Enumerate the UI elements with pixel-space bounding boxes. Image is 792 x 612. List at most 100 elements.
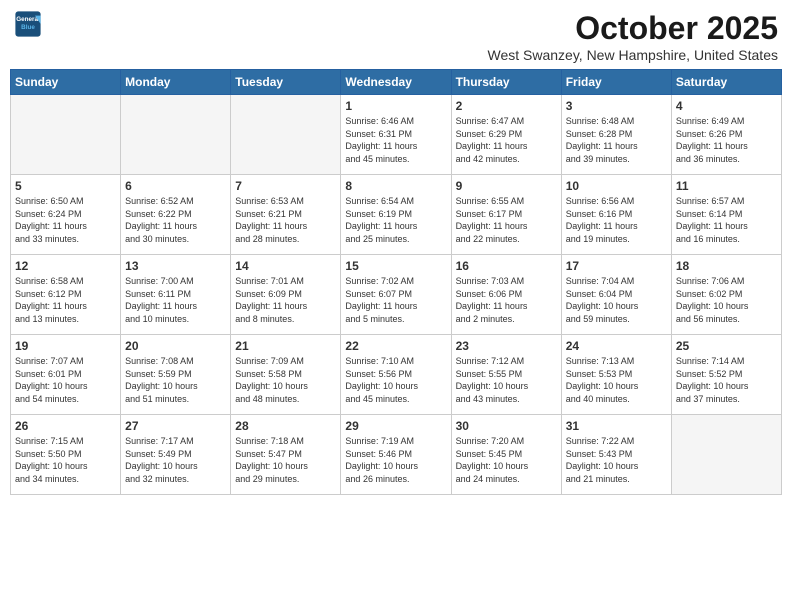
header-row: SundayMondayTuesdayWednesdayThursdayFrid… [11,70,782,95]
calendar-cell: 27 Sunrise: 7:17 AM Sunset: 5:49 PM Dayli… [121,415,231,495]
day-number: 28 [235,419,336,433]
day-info: Sunrise: 6:57 AM Sunset: 6:14 PM Dayligh… [676,195,777,245]
week-row-0: 1Sunrise: 6:46 AM Sunset: 6:31 PM Daylig… [11,95,782,175]
day-header-monday: Monday [121,70,231,95]
day-number: 16 [456,259,557,273]
day-info: Sunrise: 7:02 AM Sunset: 6:07 PM Dayligh… [345,275,446,325]
day-number: 30 [456,419,557,433]
day-info: Sunrise: 6:49 AM Sunset: 6:26 PM Dayligh… [676,115,777,165]
calendar-cell: 9 Sunrise: 6:55 AM Sunset: 6:17 PM Daylig… [451,175,561,255]
calendar-cell: 25 Sunrise: 7:14 AM Sunset: 5:52 PM Dayli… [671,335,781,415]
day-number: 9 [456,179,557,193]
day-number: 7 [235,179,336,193]
day-info: Sunrise: 7:06 AM Sunset: 6:02 PM Dayligh… [676,275,777,325]
day-number: 12 [15,259,116,273]
calendar-cell: 3 Sunrise: 6:48 AM Sunset: 6:28 PM Daylig… [561,95,671,175]
calendar-cell: 12Sunrise: 6:58 AM Sunset: 6:12 PM Dayli… [11,255,121,335]
day-info: Sunrise: 7:15 AM Sunset: 5:50 PM Dayligh… [15,435,116,485]
day-number: 10 [566,179,667,193]
day-number: 13 [125,259,226,273]
day-number: 6 [125,179,226,193]
calendar-cell: 22 Sunrise: 7:10 AM Sunset: 5:56 PM Dayli… [341,335,451,415]
day-number: 19 [15,339,116,353]
week-row-2: 12Sunrise: 6:58 AM Sunset: 6:12 PM Dayli… [11,255,782,335]
day-number: 26 [15,419,116,433]
calendar-cell: 4 Sunrise: 6:49 AM Sunset: 6:26 PM Daylig… [671,95,781,175]
calendar-cell: 16 Sunrise: 7:03 AM Sunset: 6:06 PM Dayli… [451,255,561,335]
location-subtitle: West Swanzey, New Hampshire, United Stat… [488,47,779,63]
calendar-cell: 29Sunrise: 7:19 AM Sunset: 5:46 PM Dayli… [341,415,451,495]
calendar-cell [11,95,121,175]
day-number: 2 [456,99,557,113]
day-info: Sunrise: 6:47 AM Sunset: 6:29 PM Dayligh… [456,115,557,165]
day-number: 21 [235,339,336,353]
calendar-cell: 31 Sunrise: 7:22 AM Sunset: 5:43 PM Dayli… [561,415,671,495]
calendar-cell: 19 Sunrise: 7:07 AM Sunset: 6:01 PM Dayli… [11,335,121,415]
day-number: 4 [676,99,777,113]
day-info: Sunrise: 7:20 AM Sunset: 5:45 PM Dayligh… [456,435,557,485]
day-number: 23 [456,339,557,353]
month-title: October 2025 [488,10,779,47]
calendar-cell: 30 Sunrise: 7:20 AM Sunset: 5:45 PM Dayli… [451,415,561,495]
calendar-cell: 10 Sunrise: 6:56 AM Sunset: 6:16 PM Dayli… [561,175,671,255]
day-info: Sunrise: 7:12 AM Sunset: 5:55 PM Dayligh… [456,355,557,405]
day-info: Sunrise: 6:48 AM Sunset: 6:28 PM Dayligh… [566,115,667,165]
day-info: Sunrise: 7:18 AM Sunset: 5:47 PM Dayligh… [235,435,336,485]
day-number: 25 [676,339,777,353]
calendar-cell [671,415,781,495]
calendar-cell: 17Sunrise: 7:04 AM Sunset: 6:04 PM Dayli… [561,255,671,335]
day-info: Sunrise: 7:03 AM Sunset: 6:06 PM Dayligh… [456,275,557,325]
day-number: 27 [125,419,226,433]
day-info: Sunrise: 7:00 AM Sunset: 6:11 PM Dayligh… [125,275,226,325]
day-number: 22 [345,339,446,353]
calendar-cell: 8 Sunrise: 6:54 AM Sunset: 6:19 PM Daylig… [341,175,451,255]
logo-icon: General Blue [14,10,42,38]
day-header-sunday: Sunday [11,70,121,95]
svg-text:Blue: Blue [21,24,35,31]
title-area: October 2025 West Swanzey, New Hampshire… [488,10,779,63]
calendar-cell: 6 Sunrise: 6:52 AM Sunset: 6:22 PM Daylig… [121,175,231,255]
logo: General Blue [14,10,42,38]
day-info: Sunrise: 7:19 AM Sunset: 5:46 PM Dayligh… [345,435,446,485]
day-info: Sunrise: 7:09 AM Sunset: 5:58 PM Dayligh… [235,355,336,405]
day-info: Sunrise: 6:56 AM Sunset: 6:16 PM Dayligh… [566,195,667,245]
calendar-cell: 11Sunrise: 6:57 AM Sunset: 6:14 PM Dayli… [671,175,781,255]
calendar-cell: 2 Sunrise: 6:47 AM Sunset: 6:29 PM Daylig… [451,95,561,175]
day-info: Sunrise: 7:22 AM Sunset: 5:43 PM Dayligh… [566,435,667,485]
calendar-cell: 15 Sunrise: 7:02 AM Sunset: 6:07 PM Dayli… [341,255,451,335]
day-info: Sunrise: 6:50 AM Sunset: 6:24 PM Dayligh… [15,195,116,245]
calendar-cell: 5Sunrise: 6:50 AM Sunset: 6:24 PM Daylig… [11,175,121,255]
day-info: Sunrise: 6:54 AM Sunset: 6:19 PM Dayligh… [345,195,446,245]
day-info: Sunrise: 7:07 AM Sunset: 6:01 PM Dayligh… [15,355,116,405]
day-info: Sunrise: 6:52 AM Sunset: 6:22 PM Dayligh… [125,195,226,245]
day-info: Sunrise: 7:10 AM Sunset: 5:56 PM Dayligh… [345,355,446,405]
day-info: Sunrise: 6:46 AM Sunset: 6:31 PM Dayligh… [345,115,446,165]
day-info: Sunrise: 7:17 AM Sunset: 5:49 PM Dayligh… [125,435,226,485]
header: General Blue October 2025 West Swanzey, … [10,10,782,63]
calendar-cell [231,95,341,175]
day-header-friday: Friday [561,70,671,95]
day-number: 15 [345,259,446,273]
day-number: 18 [676,259,777,273]
day-info: Sunrise: 6:55 AM Sunset: 6:17 PM Dayligh… [456,195,557,245]
day-info: Sunrise: 7:04 AM Sunset: 6:04 PM Dayligh… [566,275,667,325]
calendar-cell: 21 Sunrise: 7:09 AM Sunset: 5:58 PM Dayli… [231,335,341,415]
day-header-thursday: Thursday [451,70,561,95]
day-number: 20 [125,339,226,353]
calendar-cell: 1Sunrise: 6:46 AM Sunset: 6:31 PM Daylig… [341,95,451,175]
day-number: 3 [566,99,667,113]
day-info: Sunrise: 6:53 AM Sunset: 6:21 PM Dayligh… [235,195,336,245]
day-header-wednesday: Wednesday [341,70,451,95]
day-info: Sunrise: 7:14 AM Sunset: 5:52 PM Dayligh… [676,355,777,405]
week-row-4: 26 Sunrise: 7:15 AM Sunset: 5:50 PM Dayli… [11,415,782,495]
calendar-cell: 20 Sunrise: 7:08 AM Sunset: 5:59 PM Dayli… [121,335,231,415]
week-row-1: 5Sunrise: 6:50 AM Sunset: 6:24 PM Daylig… [11,175,782,255]
day-header-saturday: Saturday [671,70,781,95]
day-number: 8 [345,179,446,193]
day-header-tuesday: Tuesday [231,70,341,95]
day-info: Sunrise: 7:08 AM Sunset: 5:59 PM Dayligh… [125,355,226,405]
calendar-cell: 14Sunrise: 7:01 AM Sunset: 6:09 PM Dayli… [231,255,341,335]
day-number: 31 [566,419,667,433]
calendar-cell: 23 Sunrise: 7:12 AM Sunset: 5:55 PM Dayli… [451,335,561,415]
day-info: Sunrise: 7:01 AM Sunset: 6:09 PM Dayligh… [235,275,336,325]
